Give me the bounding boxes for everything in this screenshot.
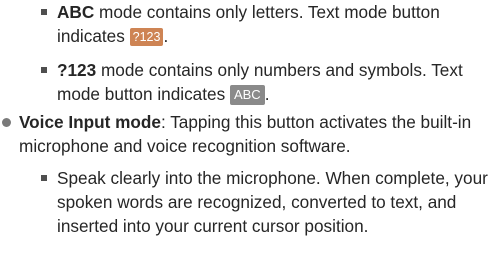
- document-body: ABC mode contains only letters. Text mod…: [0, 0, 496, 239]
- round-bullet: [2, 118, 11, 128]
- numeric-mode-key-icon: ?123: [129, 28, 164, 47]
- voice-input-mode-term: Voice Input mode: [19, 112, 161, 133]
- list-item-voice-input-mode: Voice Input mode: Tapping this button ac…: [0, 110, 496, 159]
- abc-mode-key-icon: ABC: [229, 84, 265, 105]
- list-item-abc-mode: ABC mode contains only letters. Text mod…: [0, 0, 496, 49]
- abc-mode-term: ABC: [57, 2, 95, 22]
- speak-clearly-text: Speak clearly into the microphone. When …: [57, 167, 488, 237]
- list-item-speak-clearly: Speak clearly into the microphone. When …: [0, 166, 496, 239]
- abc-mode-end: .: [163, 26, 169, 47]
- square-bullet: [41, 66, 47, 73]
- abc-mode-text: mode contains only letters. Text mode bu…: [57, 2, 440, 47]
- square-bullet: [41, 174, 47, 181]
- numeric-mode-end: .: [264, 83, 270, 104]
- list-item-numeric-mode: ?123 mode contains only numbers and symb…: [0, 58, 496, 107]
- numeric-mode-term: ?123: [57, 59, 97, 80]
- square-bullet: [41, 9, 47, 15]
